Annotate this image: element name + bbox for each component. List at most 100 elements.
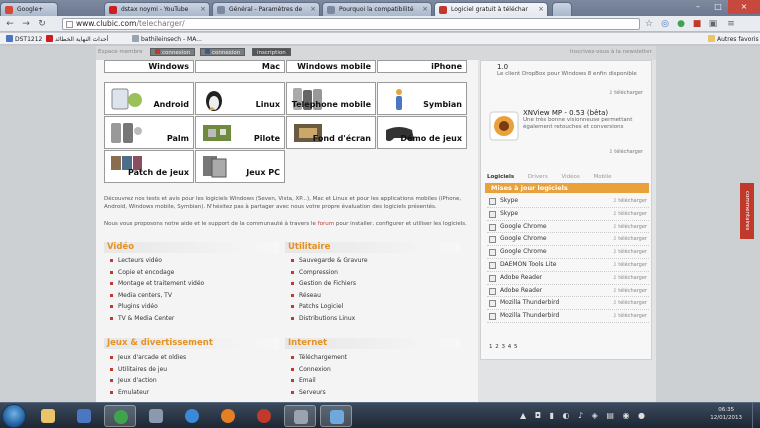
tab-mobile[interactable]: Mobile bbox=[593, 174, 611, 180]
category-symbian[interactable]: Symbian bbox=[377, 82, 467, 115]
extension-icon[interactable]: ● bbox=[676, 19, 686, 29]
section-jeux-heading[interactable]: Jeux & divertissement bbox=[104, 338, 279, 349]
download-link[interactable]: ⇩ télécharger bbox=[612, 297, 647, 309]
category-demo-jeux[interactable]: Démo de jeux bbox=[377, 116, 467, 149]
download-link[interactable]: ⇩ télécharger bbox=[612, 285, 647, 297]
list-item[interactable]: Emulateur bbox=[108, 387, 186, 399]
close-tab-icon[interactable]: × bbox=[422, 5, 428, 13]
comments-tab[interactable]: commentaires bbox=[740, 183, 754, 239]
update-row[interactable]: Skype ⇩ télécharger bbox=[487, 195, 649, 208]
taskbar-clock[interactable]: 06:35 12/01/2013 bbox=[710, 406, 742, 422]
download-link[interactable]: ⇩ télécharger bbox=[608, 90, 643, 96]
tab-compatibility[interactable]: Pourquoi la compatibilité × bbox=[322, 2, 432, 16]
download-link[interactable]: ⇩ télécharger bbox=[612, 195, 647, 207]
update-row[interactable]: Adobe Reader ⇩ télécharger bbox=[487, 285, 649, 298]
list-item[interactable]: Téléchargement bbox=[289, 352, 347, 364]
update-row[interactable]: Mozilla Thunderbird ⇩ télécharger bbox=[487, 297, 649, 311]
category-jeux-pc[interactable]: Jeux PC bbox=[195, 150, 285, 183]
close-tab-icon[interactable]: × bbox=[200, 5, 206, 13]
tab-youtube[interactable]: dstax noymi - YouTube × bbox=[104, 2, 210, 16]
taskbar-firefox[interactable] bbox=[212, 405, 244, 427]
tab-settings[interactable]: Général - Paramètres de × bbox=[212, 2, 320, 16]
update-row[interactable]: Google Chrome ⇩ télécharger bbox=[487, 233, 649, 247]
category-palm[interactable]: Palm bbox=[104, 116, 194, 149]
update-row[interactable]: Skype ⇩ télécharger bbox=[487, 208, 649, 221]
download-link[interactable]: ⇩ télécharger bbox=[612, 221, 647, 233]
list-item[interactable]: Compression bbox=[289, 267, 368, 279]
list-item[interactable]: TV & Media Center bbox=[108, 313, 204, 325]
list-item[interactable]: Jeux d'action bbox=[108, 375, 186, 387]
category-pilote[interactable]: Pilote bbox=[195, 116, 285, 149]
other-bookmarks[interactable]: Autres favoris bbox=[708, 35, 759, 44]
list-item[interactable]: Distributions Linux bbox=[289, 313, 368, 325]
category-fond-ecran[interactable]: Fond d'écran bbox=[286, 116, 376, 149]
forward-icon[interactable]: → bbox=[20, 18, 32, 30]
tab-videos[interactable]: Vidéos bbox=[561, 174, 579, 180]
taskbar-monitor[interactable] bbox=[320, 405, 352, 427]
taskbar-opera[interactable] bbox=[248, 405, 280, 427]
update-row[interactable]: DAEMON Tools Lite ⇩ télécharger bbox=[487, 259, 649, 272]
category-patch-jeux[interactable]: Patch de jeux bbox=[104, 150, 194, 183]
facebook-connect-button[interactable]: connexion bbox=[200, 48, 246, 56]
taskbar-media-player[interactable] bbox=[68, 405, 100, 427]
member-space-link[interactable]: Espace membre bbox=[98, 49, 142, 55]
updates-pagination[interactable]: 1 2 3 4 5 bbox=[489, 344, 518, 350]
section-utilitaire-heading[interactable]: Utilitaire bbox=[285, 242, 460, 253]
register-button[interactable]: inscription bbox=[252, 48, 291, 56]
connect-button[interactable]: connexion bbox=[150, 48, 196, 56]
category-iphone[interactable]: iPhone bbox=[377, 60, 467, 73]
close-window-icon[interactable]: × bbox=[728, 0, 760, 14]
list-item[interactable]: Plugins vidéo bbox=[108, 301, 204, 313]
forum-link[interactable]: forum bbox=[318, 221, 334, 227]
tab-clubic[interactable]: Logiciel gratuit à téléchar × bbox=[434, 2, 548, 16]
update-row[interactable]: Mozilla Thunderbird ⇩ télécharger bbox=[487, 310, 649, 323]
extension-icon[interactable]: ■ bbox=[692, 19, 702, 29]
download-link[interactable]: ⇩ télécharger bbox=[612, 233, 647, 245]
list-item[interactable]: Copie et encodage bbox=[108, 267, 204, 279]
section-internet-heading[interactable]: Internet bbox=[285, 338, 460, 349]
maximize-icon[interactable]: □ bbox=[708, 0, 728, 14]
taskbar-tool[interactable] bbox=[140, 405, 172, 427]
newsletter-link[interactable]: Inscrivez-vous à la newsletter bbox=[570, 49, 652, 55]
download-link[interactable]: ⇩ télécharger bbox=[612, 246, 647, 258]
bookmark-arabic[interactable]: أحداث النهاية الخطائد bbox=[46, 35, 108, 44]
taskbar-window[interactable] bbox=[284, 405, 316, 427]
star-icon[interactable]: ☆ bbox=[644, 19, 654, 29]
category-telephone-mobile[interactable]: Telephone mobile bbox=[286, 82, 376, 115]
list-item[interactable]: Serveurs bbox=[289, 387, 347, 399]
list-item[interactable]: Lecteurs vidéo bbox=[108, 255, 204, 267]
download-link[interactable]: ⇩ télécharger bbox=[612, 259, 647, 271]
taskbar-explorer[interactable] bbox=[32, 405, 64, 427]
category-windows-mobile[interactable]: Windows mobile bbox=[286, 60, 376, 73]
category-android[interactable]: Android bbox=[104, 82, 194, 115]
bookmark-bathileinsech[interactable]: bathileinsech - MA... bbox=[132, 35, 202, 44]
taskbar-chrome[interactable] bbox=[104, 405, 136, 427]
featured-app-dropbox[interactable]: 1.0 Le client DropBox pour Windows 8 enf… bbox=[489, 63, 649, 96]
download-link[interactable]: ⇩ télécharger bbox=[612, 310, 647, 322]
taskbar-ie[interactable] bbox=[176, 405, 208, 427]
extension-icon[interactable]: ◎ bbox=[660, 19, 670, 29]
reload-icon[interactable]: ↻ bbox=[36, 18, 48, 30]
section-video-heading[interactable]: Vidéo bbox=[104, 242, 279, 253]
list-item[interactable]: Réseau bbox=[289, 290, 368, 302]
update-row[interactable]: Google Chrome ⇩ télécharger bbox=[487, 221, 649, 234]
download-link[interactable]: ⇩ télécharger bbox=[608, 149, 643, 155]
bookmark-dst1212[interactable]: DST1212 bbox=[6, 35, 42, 44]
category-mac[interactable]: Mac bbox=[195, 60, 285, 73]
wrench-icon[interactable]: ≡ bbox=[726, 19, 736, 29]
show-desktop-button[interactable] bbox=[752, 403, 760, 428]
address-bar[interactable]: www.clubic.com/telecharger/ bbox=[62, 18, 640, 30]
list-item[interactable]: Patchs Logiciel bbox=[289, 301, 368, 313]
category-linux[interactable]: Linux bbox=[195, 82, 285, 115]
tab-google-plus[interactable]: Google+ bbox=[0, 2, 58, 16]
extension-icon[interactable]: ▣ bbox=[708, 19, 718, 29]
close-tab-icon[interactable]: × bbox=[538, 5, 544, 13]
update-row[interactable]: Google Chrome ⇩ télécharger bbox=[487, 246, 649, 259]
list-item[interactable]: Email bbox=[289, 375, 347, 387]
update-row[interactable]: Adobe Reader ⇩ télécharger bbox=[487, 272, 649, 285]
download-link[interactable]: ⇩ télécharger bbox=[612, 272, 647, 284]
featured-app-xnview[interactable]: XNView MP - 0.53 (bêta) Une très bonne v… bbox=[489, 109, 649, 155]
start-button[interactable] bbox=[2, 404, 26, 428]
list-item[interactable]: Montage et traitement vidéo bbox=[108, 278, 204, 290]
new-tab-button[interactable] bbox=[552, 2, 572, 16]
